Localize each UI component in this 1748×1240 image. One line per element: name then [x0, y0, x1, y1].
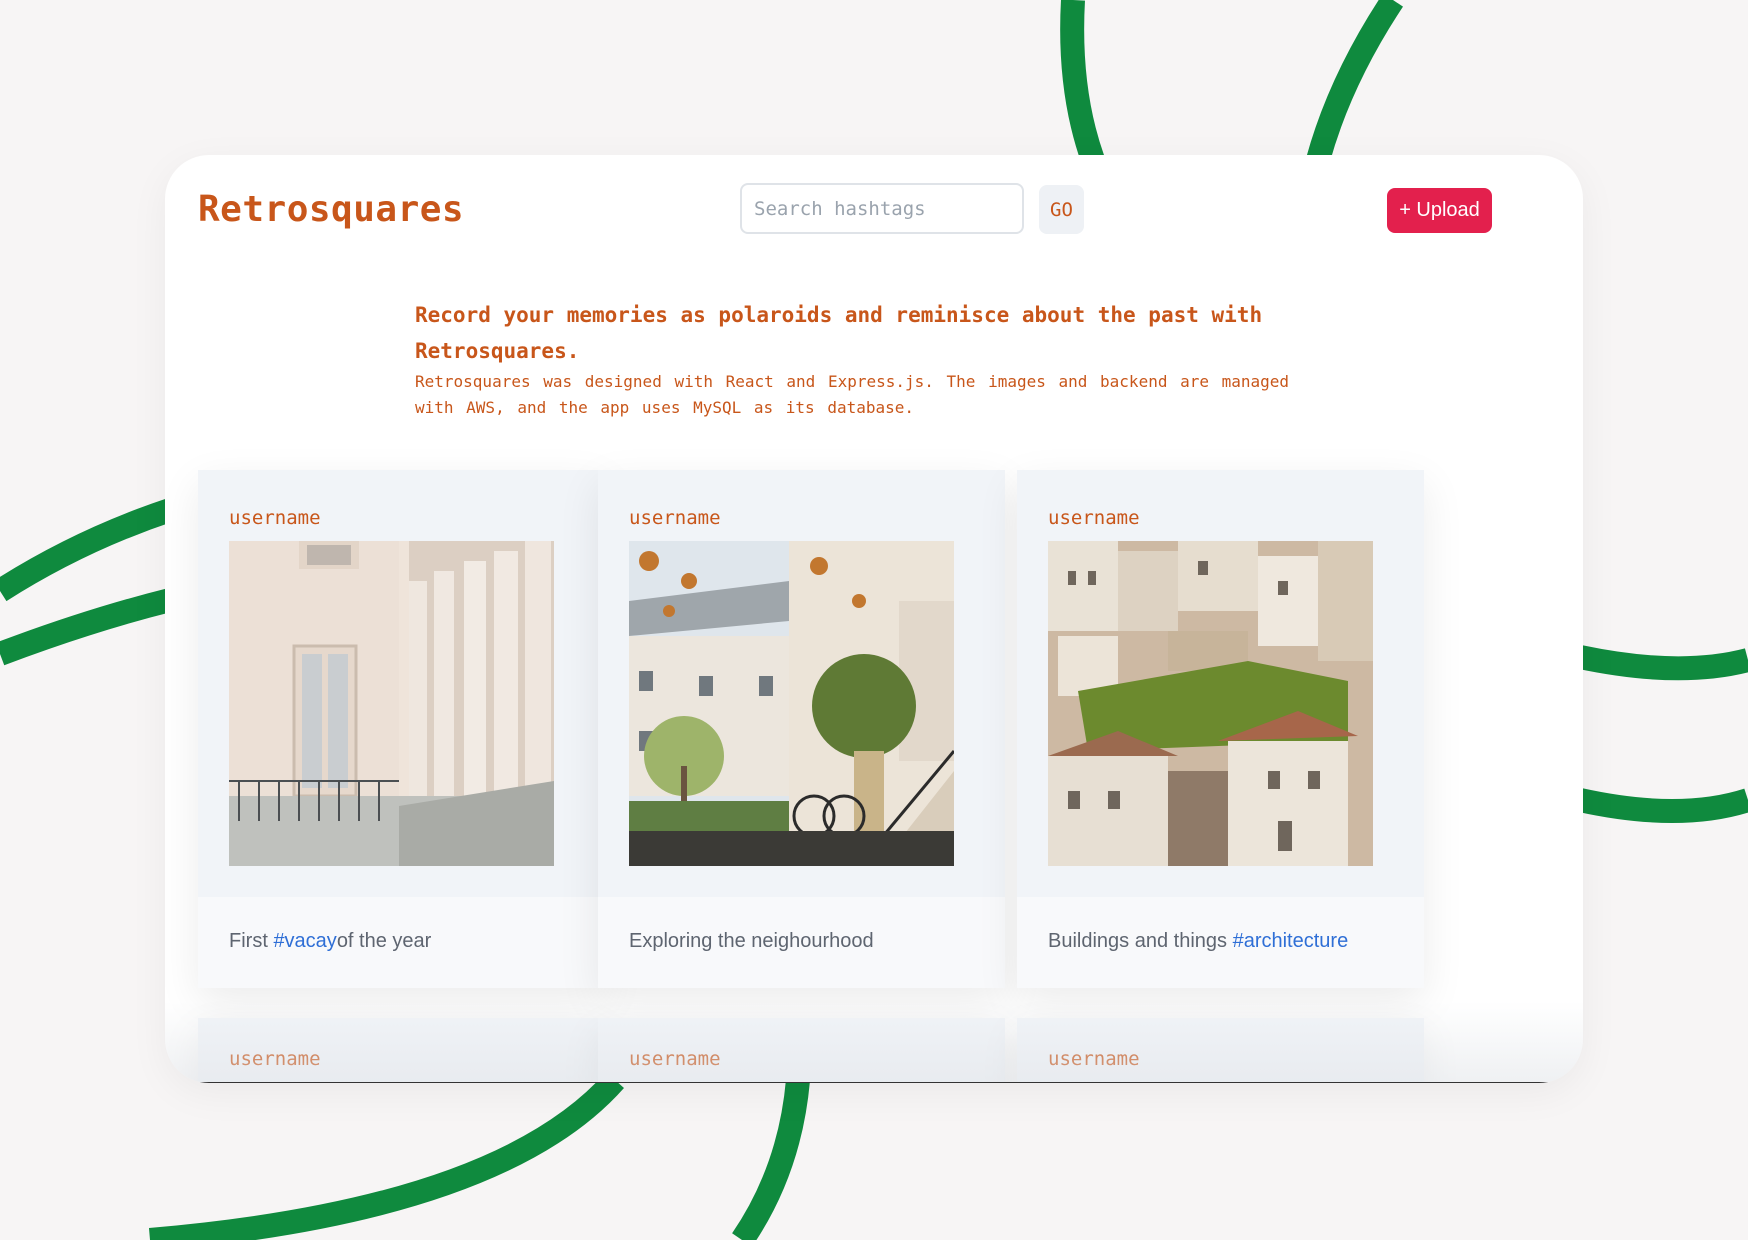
post-username[interactable]: username: [1048, 1048, 1140, 1070]
post-username[interactable]: username: [629, 1048, 721, 1070]
divider: [198, 1082, 1553, 1083]
post-caption: Exploring the neighourhood: [629, 930, 874, 953]
post-username[interactable]: username: [229, 507, 321, 529]
post-photo[interactable]: [229, 541, 554, 866]
post-username[interactable]: username: [1048, 507, 1140, 529]
post-username[interactable]: username: [629, 507, 721, 529]
post-card[interactable]: username Exploring the neighourhood: [598, 470, 1005, 988]
caption-text: Exploring the neighourhood: [629, 930, 874, 952]
intro-section: Record your memories as polaroids and re…: [415, 297, 1335, 421]
caption-area: Buildings and things #architecture: [1017, 897, 1424, 988]
hashtag-link[interactable]: #architecture: [1233, 930, 1349, 952]
search-input[interactable]: [740, 183, 1024, 234]
caption-area: First #vacayof the year: [198, 897, 605, 988]
post-caption: Buildings and things #architecture: [1048, 930, 1348, 953]
post-card[interactable]: username: [598, 1018, 1005, 1083]
post-caption: First #vacayof the year: [229, 930, 431, 953]
caption-text: First: [229, 930, 274, 952]
post-card[interactable]: username: [198, 1018, 605, 1083]
post-photo[interactable]: [629, 541, 954, 866]
caption-text: Buildings and things: [1048, 930, 1233, 952]
hashtag-link[interactable]: #vacay: [273, 930, 336, 952]
caption-text: of the year: [336, 930, 432, 952]
post-card[interactable]: username Buildings and things #architect…: [1017, 470, 1424, 988]
app-window: Retrosquares GO + Upload Record your mem…: [165, 155, 1583, 1083]
post-username[interactable]: username: [229, 1048, 321, 1070]
intro-headline: Record your memories as polaroids and re…: [415, 303, 1263, 363]
post-photo[interactable]: [1048, 541, 1373, 866]
post-card[interactable]: username: [1017, 1018, 1424, 1083]
brand-logo[interactable]: Retrosquares: [198, 189, 464, 230]
intro-description: Retrosquares was designed with React and…: [415, 372, 1290, 417]
caption-area: Exploring the neighourhood: [598, 897, 1005, 988]
upload-button[interactable]: + Upload: [1387, 188, 1492, 233]
post-card[interactable]: username First #vacayof the year: [198, 470, 605, 988]
go-button[interactable]: GO: [1039, 185, 1084, 234]
